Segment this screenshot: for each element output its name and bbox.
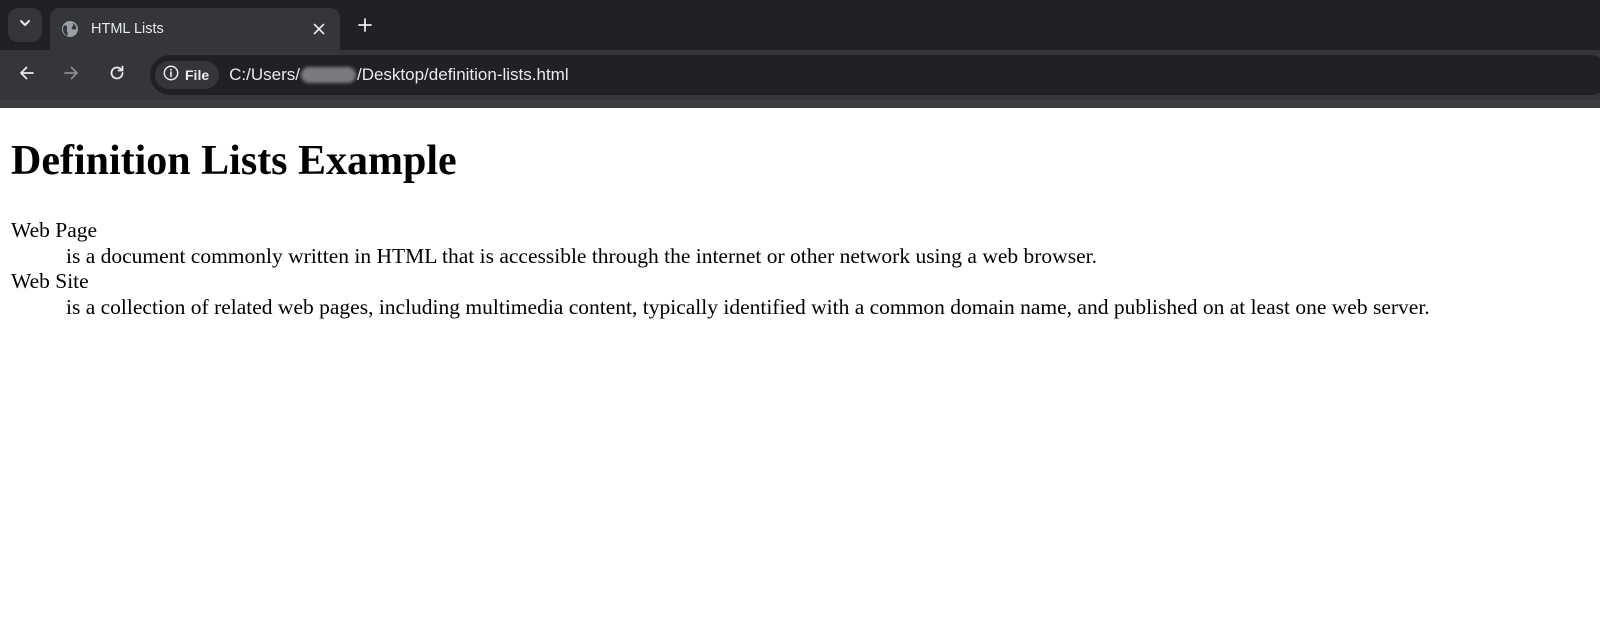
url-suffix: /Desktop/definition-lists.html — [356, 65, 569, 84]
definition-term: Web Site — [11, 269, 89, 293]
back-button[interactable] — [13, 61, 41, 89]
new-tab-button[interactable] — [351, 13, 379, 41]
toolbar: File C:/Users/ /Desktop/definition-lists… — [0, 50, 1600, 100]
forward-button[interactable] — [57, 61, 85, 89]
page-title: Definition Lists Example — [11, 138, 457, 184]
chevron-down-icon — [18, 16, 32, 35]
definition-list: Web Page is a document commonly written … — [11, 218, 1589, 320]
site-info-label: File — [185, 67, 210, 83]
globe-icon — [61, 20, 79, 38]
url-prefix: C:/Users/ — [229, 65, 300, 84]
tab-active[interactable]: HTML Lists — [50, 8, 340, 50]
close-icon[interactable] — [308, 18, 330, 40]
browser-window: HTML Lists File C:/Users/ /Desktop/defin… — [0, 0, 1600, 632]
plus-icon — [357, 17, 373, 38]
address-bar[interactable]: File C:/Users/ /Desktop/definition-lists… — [150, 55, 1600, 95]
tab-strip: HTML Lists — [0, 0, 1600, 50]
definition-description: is a document commonly written in HTML t… — [66, 243, 1097, 268]
reload-icon — [108, 64, 126, 87]
redacted-username — [300, 67, 356, 83]
back-arrow-icon — [18, 64, 36, 87]
info-icon — [163, 65, 179, 86]
toolbar-divider — [0, 100, 1600, 108]
reload-button[interactable] — [103, 61, 131, 89]
site-info-button[interactable]: File — [155, 61, 220, 89]
definition-description: is a collection of related web pages, in… — [66, 294, 1430, 319]
definition-term: Web Page — [11, 218, 98, 242]
tab-title: HTML Lists — [91, 21, 164, 37]
url-text[interactable]: C:/Users/ /Desktop/definition-lists.html — [229, 65, 568, 85]
page-viewport: Definition Lists Example Web Page is a d… — [0, 108, 1600, 632]
tab-search-button[interactable] — [8, 8, 42, 42]
forward-arrow-icon — [62, 64, 80, 87]
